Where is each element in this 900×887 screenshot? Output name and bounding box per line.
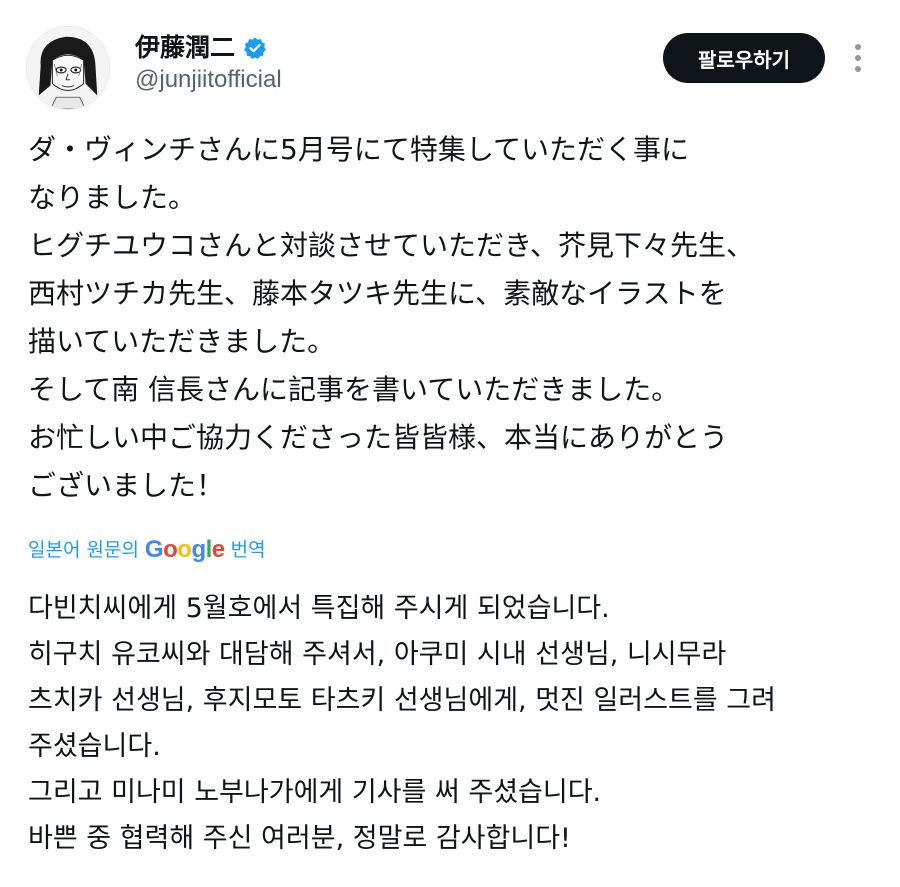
author-display-name[interactable]: 伊藤潤二 xyxy=(135,32,235,64)
translation-attribution[interactable]: 일본어 원문의 Google 번역 xyxy=(28,534,266,566)
translated-line: 다빈치씨에게 5월호에서 특집해 주시게 되었습니다. xyxy=(28,593,610,624)
translation-suffix: 번역 xyxy=(230,539,266,561)
translated-line: 그리고 미나미 노부나가에게 기사를 써 주셨습니다. xyxy=(28,777,602,808)
dot xyxy=(855,66,861,72)
translated-text: 다빈치씨에게 5월호에서 특집해 주시게 되었습니다. 히구치 유코씨와 대담해… xyxy=(28,586,878,862)
tweet-line: 西村ツチカ先生、藤本タツキ先生に、素敵なイラストを xyxy=(28,277,727,310)
translated-line: 주셨습니다. xyxy=(28,731,161,762)
avatar[interactable] xyxy=(26,26,110,110)
tweet-line: ヒグチユウコさんと対談させていただき、芥見下々先生、 xyxy=(28,229,755,262)
tweet-text: ダ・ヴィンチさんに5月号にて特集していただく事に なりました。 ヒグチユウコさん… xyxy=(28,126,878,510)
google-letter: g xyxy=(191,536,206,563)
tweet-line: なりました。 xyxy=(28,181,197,214)
more-options-icon[interactable] xyxy=(848,40,868,76)
avatar-illustration xyxy=(27,27,109,109)
tweet-line: お忙しい中ご協力くださった皆皆様、本当にありがとう xyxy=(28,421,729,454)
dot xyxy=(855,55,861,61)
google-letter: e xyxy=(211,536,225,563)
tweet-line: ございました！ xyxy=(28,469,225,502)
translation-prefix: 일본어 원문의 xyxy=(28,539,139,561)
google-logo: Google xyxy=(145,534,225,566)
author-name-row[interactable]: 伊藤潤二 xyxy=(135,32,267,64)
google-letter: o xyxy=(163,536,178,563)
google-letter: o xyxy=(177,536,192,563)
translated-line: 바쁜 중 협력해 주신 여러분, 정말로 감사합니다! xyxy=(28,823,571,854)
author-handle[interactable]: @junjiitofficial xyxy=(135,64,282,96)
tweet-card: 伊藤潤二 @junjiitofficial 팔로우하기 ダ・ヴィンチさんに5月号… xyxy=(0,0,900,887)
dot xyxy=(855,44,861,50)
follow-button[interactable]: 팔로우하기 xyxy=(663,33,825,83)
translated-line: 츠치카 선생님, 후지모토 타츠키 선생님에게, 멋진 일러스트를 그려 xyxy=(28,685,776,716)
tweet-line: そして南 信長さんに記事を書いていただきました。 xyxy=(28,373,680,406)
google-letter: G xyxy=(144,536,164,563)
tweet-line: 描いていただきました。 xyxy=(28,325,336,358)
tweet-line: ダ・ヴィンチさんに5月号にて特集していただく事に xyxy=(28,133,689,166)
verified-badge-icon xyxy=(244,37,266,59)
translated-line: 히구치 유코씨와 대담해 주셔서, 아쿠미 시내 선생님, 니시무라 xyxy=(28,639,727,670)
